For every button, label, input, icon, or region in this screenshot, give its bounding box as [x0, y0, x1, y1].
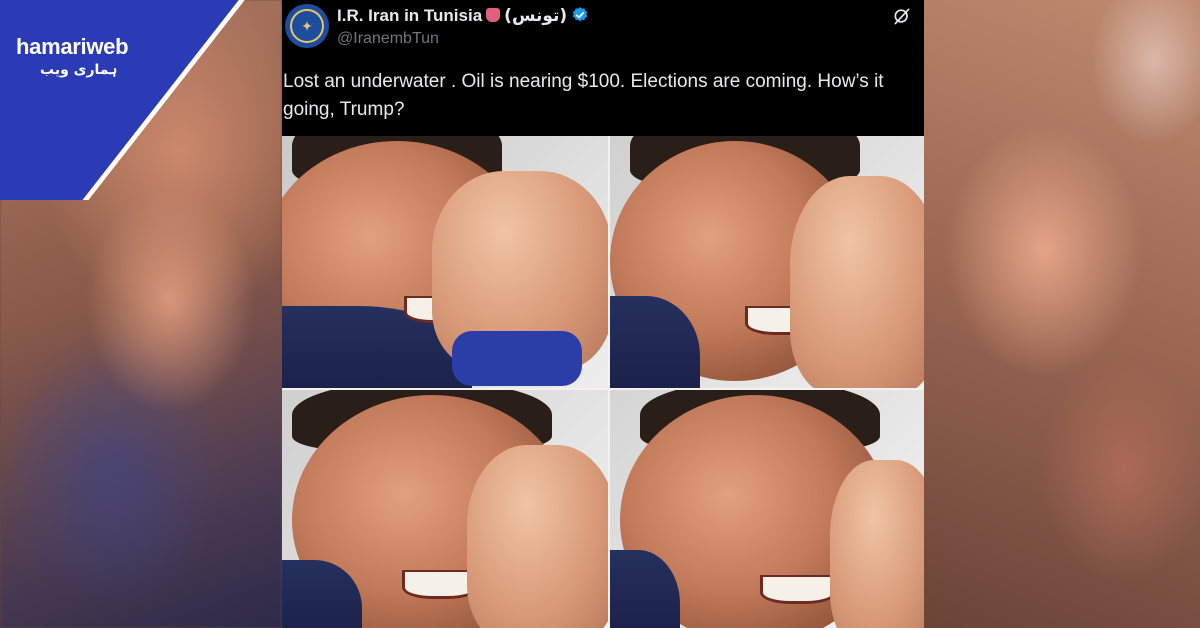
grok-icon[interactable]: [892, 6, 912, 26]
image-panel-2[interactable]: [610, 136, 924, 388]
image-panel-3[interactable]: [282, 390, 608, 628]
hamariweb-logo: hamariweb ہماری ویب: [0, 0, 260, 200]
logo-brand-text: hamariweb: [16, 34, 129, 59]
tweet-text: Lost an underwater . Oil is nearing $100…: [283, 71, 884, 120]
display-name[interactable]: I.R. Iran in Tunisia (تونس): [337, 6, 589, 26]
logo-brand-urdu: ہماری ویب: [40, 62, 118, 78]
avatar[interactable]: ✦: [285, 4, 329, 48]
image-panel-4[interactable]: [610, 390, 924, 628]
tweet-header: ✦ I.R. Iran in Tunisia (تونس) @IranembTun…: [282, 0, 924, 134]
display-name-text: I.R. Iran in Tunisia: [337, 6, 483, 25]
background-right-blur: [924, 0, 1200, 628]
logo-banner: [0, 0, 260, 200]
tweet-card: ✦ I.R. Iran in Tunisia (تونس) @IranembTun…: [282, 0, 924, 628]
flag-icon: [486, 8, 501, 22]
tweet-image-grid[interactable]: [282, 136, 924, 628]
emblem-icon: ✦: [290, 9, 324, 43]
display-name-arabic: (تونس): [504, 6, 568, 26]
handle[interactable]: @IranembTun: [337, 30, 439, 48]
image-panel-1[interactable]: [282, 136, 608, 388]
verified-badge-icon: [573, 7, 588, 22]
